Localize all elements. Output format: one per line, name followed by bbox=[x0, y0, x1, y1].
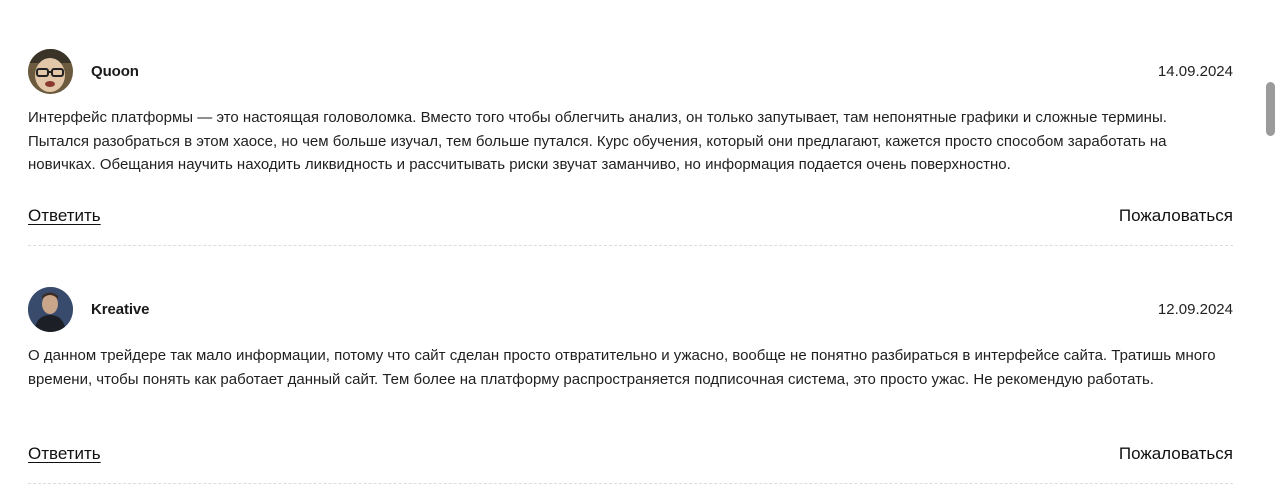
scrollbar-thumb[interactable] bbox=[1266, 82, 1275, 136]
comments-list: Quoon 14.09.2024 Интерфейс платформы — э… bbox=[28, 0, 1233, 484]
comment-actions: Ответить Пожаловаться bbox=[28, 206, 1233, 230]
reply-link[interactable]: Ответить bbox=[28, 444, 101, 464]
report-link[interactable]: Пожаловаться bbox=[1119, 444, 1233, 464]
comment-item: Quoon 14.09.2024 Интерфейс платформы — э… bbox=[28, 0, 1233, 246]
comment-actions: Ответить Пожаловаться bbox=[28, 444, 1233, 468]
avatar-image bbox=[28, 287, 73, 332]
comment-text: Интерфейс платформы — это настоящая голо… bbox=[28, 109, 1167, 173]
comment-date: 14.09.2024 bbox=[1157, 63, 1233, 80]
avatar bbox=[28, 287, 73, 332]
comment-header: Kreative 12.09.2024 bbox=[28, 287, 1233, 333]
comment-item: Kreative 12.09.2024 О данном трейдере та… bbox=[28, 238, 1233, 484]
author-name: Kreative bbox=[91, 301, 150, 318]
comment-date: 12.09.2024 bbox=[1157, 301, 1233, 318]
avatar bbox=[28, 49, 73, 94]
scrollbar[interactable] bbox=[1260, 0, 1280, 488]
reply-link[interactable]: Ответить bbox=[28, 206, 101, 226]
comment-header: Quoon 14.09.2024 bbox=[28, 49, 1233, 95]
author-name: Quoon bbox=[91, 63, 139, 80]
report-link[interactable]: Пожаловаться bbox=[1119, 206, 1233, 226]
comment-text: О данном трейдере так мало информации, п… bbox=[28, 347, 1216, 388]
avatar-image bbox=[28, 49, 73, 94]
divider bbox=[28, 483, 1233, 484]
